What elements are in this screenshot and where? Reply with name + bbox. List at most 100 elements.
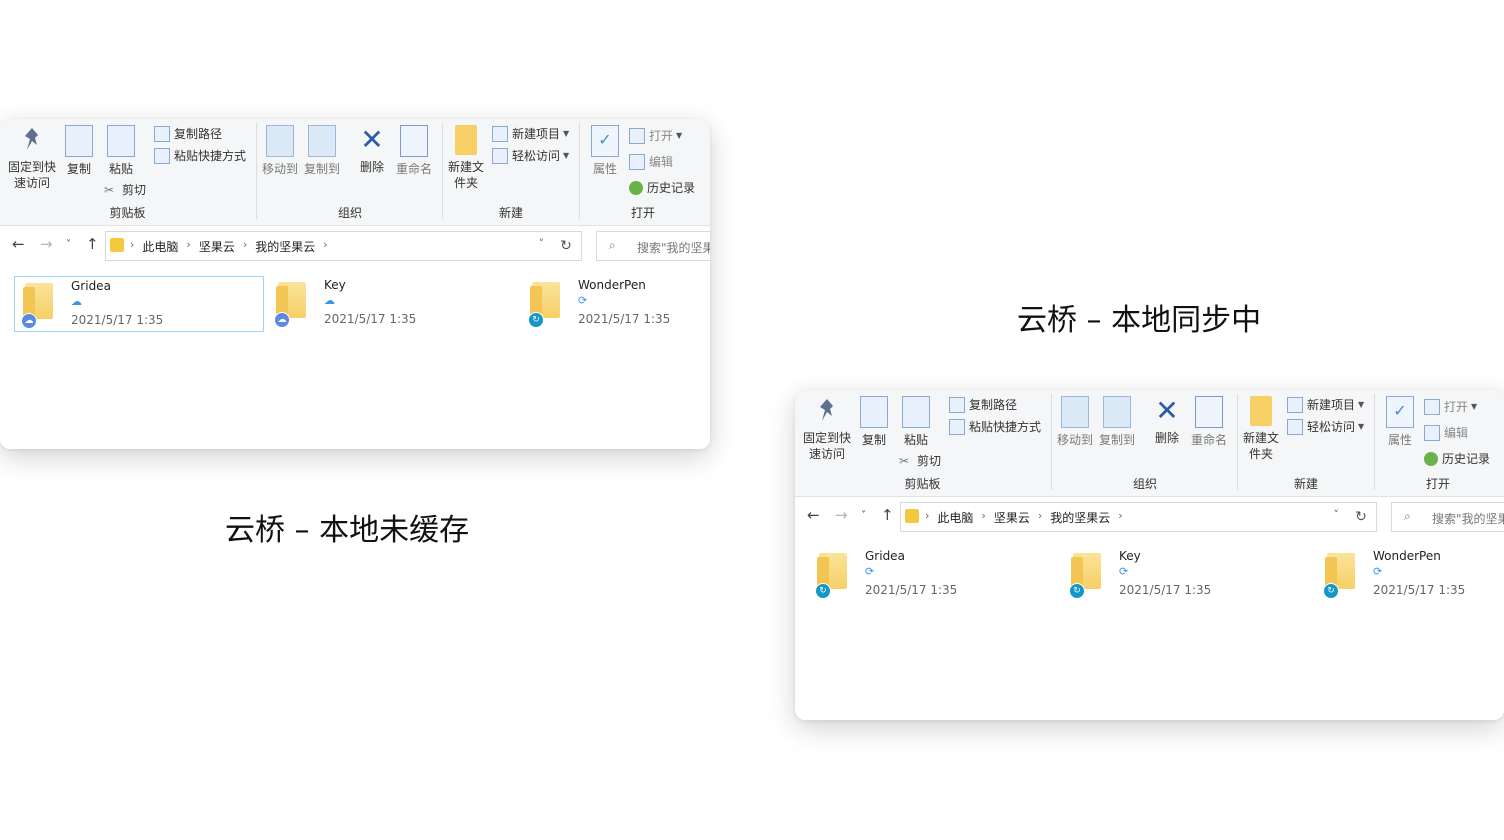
rename-icon [1195, 396, 1223, 428]
easy-access-icon [492, 147, 508, 164]
chevron-down-icon: ▼ [1471, 402, 1478, 411]
chevron-down-icon: ▼ [563, 151, 570, 160]
file-item-wonderpen[interactable]: ↻ WonderPen ⟳ 2021/5/17 1:35 [1317, 547, 1504, 601]
organize-label: 组织 [1132, 477, 1157, 491]
open-group: ✓ 属性 打开 ▼ 编辑 历史记录 打开 [581, 119, 705, 225]
new-item-button[interactable]: 新建项目 ▼ [1287, 396, 1364, 413]
back-arrow-icon[interactable]: ← [807, 506, 820, 524]
file-item-gridea[interactable]: ☁ Gridea ☁ 2021/5/17 1:35 [14, 276, 264, 332]
history-button[interactable]: 历史记录 [1424, 450, 1490, 467]
file-item-key[interactable]: ☁ Key ☁ 2021/5/17 1:35 [268, 276, 516, 330]
paste-button[interactable]: 粘贴 [899, 396, 933, 448]
edit-button[interactable]: 编辑 [629, 153, 673, 170]
copy-to-button[interactable]: 复制到 [1097, 396, 1137, 448]
new-folder-button[interactable]: 新建文件夹 [1241, 396, 1281, 462]
organize-group: 移动到 复制到 ✕ 删除 重命名 组织 [258, 119, 442, 225]
recent-chevron-icon[interactable]: ˅ [66, 239, 71, 250]
edit-icon [1424, 424, 1440, 441]
search-input[interactable]: ⌕ 搜索"我的坚果 [1391, 502, 1504, 532]
open-button[interactable]: 打开 ▼ [1424, 398, 1477, 415]
up-arrow-icon[interactable]: ↑ [86, 235, 99, 253]
recent-chevron-icon[interactable]: ˅ [861, 510, 866, 521]
copy-path-button[interactable]: 复制路径 [949, 396, 1017, 413]
crumb-jianguoyun[interactable]: 坚果云 [199, 238, 235, 255]
divider [1374, 394, 1375, 490]
copy-to-button[interactable]: 复制到 [302, 125, 342, 177]
crumb-my-jianguoyun[interactable]: 我的坚果云 [255, 238, 315, 255]
move-to-button[interactable]: 移动到 [1055, 396, 1095, 448]
delete-button[interactable]: ✕ 删除 [354, 125, 390, 175]
history-button[interactable]: 历史记录 [629, 179, 695, 196]
chevron-down-icon[interactable]: ˅ [539, 237, 545, 250]
refresh-button[interactable]: ↻ [551, 231, 582, 261]
forward-arrow-icon[interactable]: → [835, 506, 848, 524]
pin-quick-access-button[interactable]: 固定到快速访问 [801, 396, 853, 462]
paste-button[interactable]: 粘贴 [104, 125, 138, 177]
paste-shortcut-icon [949, 418, 965, 435]
rename-button[interactable]: 重命名 [394, 125, 434, 177]
new-folder-button[interactable]: 新建文件夹 [446, 125, 486, 191]
file-item-wonderpen[interactable]: ↻ WonderPen ⟳ 2021/5/17 1:35 [522, 276, 710, 330]
back-arrow-icon[interactable]: ← [12, 235, 25, 253]
easy-access-button[interactable]: 轻松访问 ▼ [1287, 418, 1364, 435]
divider [579, 123, 580, 219]
rename-icon [400, 125, 428, 157]
clipboard-label: 剪贴板 [109, 206, 146, 220]
paste-shortcut-button[interactable]: 粘贴快捷方式 [949, 418, 1041, 435]
address-bar[interactable]: › 此电脑 › 坚果云 › 我的坚果云 › ˅ [900, 502, 1348, 532]
new-item-icon [1287, 396, 1303, 413]
new-item-button[interactable]: 新建项目 ▼ [492, 125, 569, 142]
move-to-button[interactable]: 移动到 [260, 125, 300, 177]
file-item-gridea[interactable]: ↻ Gridea ⟳ 2021/5/17 1:35 [809, 547, 1057, 601]
sync-icon: ↻ [1069, 583, 1085, 599]
ribbon: 固定到快速访问 复制 粘贴 复制路径 粘贴快捷方式 ✂ 剪切 剪贴板 移动到 复… [795, 390, 1504, 497]
chevron-down-icon[interactable]: ˅ [1334, 508, 1340, 521]
pin-quick-access-button[interactable]: 固定到快速访问 [6, 125, 58, 191]
chevron-down-icon: ▼ [676, 131, 683, 140]
breadcrumb: › 此电脑 › 坚果云 › 我的坚果云 › [130, 238, 328, 255]
edit-button[interactable]: 编辑 [1424, 424, 1468, 441]
navigation-bar: ← → ˅ ↑ › 此电脑 › 坚果云 › 我的坚果云 › ˅ ↻ ⌕ 搜索"我… [0, 227, 710, 263]
ribbon: 固定到快速访问 复制 粘贴 复制路径 粘贴快捷方式 ✂ 剪切 剪贴板 移动到 复… [0, 119, 710, 226]
sync-status-icon: ⟳ [1373, 565, 1383, 578]
move-to-icon [266, 125, 294, 157]
properties-button[interactable]: ✓ 属性 [589, 125, 621, 177]
copy-button[interactable]: 复制 [64, 125, 94, 177]
properties-icon: ✓ [1386, 396, 1414, 428]
cut-button[interactable]: ✂ 剪切 [899, 452, 941, 469]
copy-icon [860, 396, 888, 428]
sync-icon: ↻ [815, 583, 831, 599]
new-group: 新建文件夹 新建项目 ▼ 轻松访问 ▼ 新建 [444, 119, 578, 225]
new-group: 新建文件夹 新建项目 ▼ 轻松访问 ▼ 新建 [1239, 390, 1373, 496]
open-icon [1424, 398, 1440, 415]
crumb-my-jianguoyun[interactable]: 我的坚果云 [1050, 509, 1110, 526]
cut-button[interactable]: ✂ 剪切 [104, 181, 146, 198]
delete-icon: ✕ [1155, 394, 1179, 427]
rename-button[interactable]: 重命名 [1189, 396, 1229, 448]
up-arrow-icon[interactable]: ↑ [881, 506, 894, 524]
address-bar[interactable]: › 此电脑 › 坚果云 › 我的坚果云 › ˅ [105, 231, 553, 261]
open-group: ✓ 属性 打开 ▼ 编辑 历史记录 打开 [1376, 390, 1500, 496]
easy-access-button[interactable]: 轻松访问 ▼ [492, 147, 569, 164]
open-label: 打开 [630, 206, 655, 220]
clipboard-label: 剪贴板 [904, 477, 941, 491]
easy-access-icon [1287, 418, 1303, 435]
forward-arrow-icon[interactable]: → [40, 235, 53, 253]
copy-button[interactable]: 复制 [859, 396, 889, 448]
refresh-button[interactable]: ↻ [1346, 502, 1377, 532]
search-input[interactable]: ⌕ 搜索"我的坚果 [596, 231, 710, 261]
crumb-this-pc[interactable]: 此电脑 [937, 509, 973, 526]
cloud-icon: ☁ [274, 312, 290, 328]
folder-icon [1250, 396, 1272, 426]
divider [1237, 394, 1238, 490]
crumb-jianguoyun[interactable]: 坚果云 [994, 509, 1030, 526]
copy-path-button[interactable]: 复制路径 [154, 125, 222, 142]
chevron-down-icon: ▼ [1358, 422, 1365, 431]
paste-shortcut-button[interactable]: 粘贴快捷方式 [154, 147, 246, 164]
delete-button[interactable]: ✕ 删除 [1149, 396, 1185, 446]
file-item-key[interactable]: ↻ Key ⟳ 2021/5/17 1:35 [1063, 547, 1311, 601]
open-button[interactable]: 打开 ▼ [629, 127, 682, 144]
properties-button[interactable]: ✓ 属性 [1384, 396, 1416, 448]
history-icon [629, 180, 643, 195]
crumb-this-pc[interactable]: 此电脑 [142, 238, 178, 255]
